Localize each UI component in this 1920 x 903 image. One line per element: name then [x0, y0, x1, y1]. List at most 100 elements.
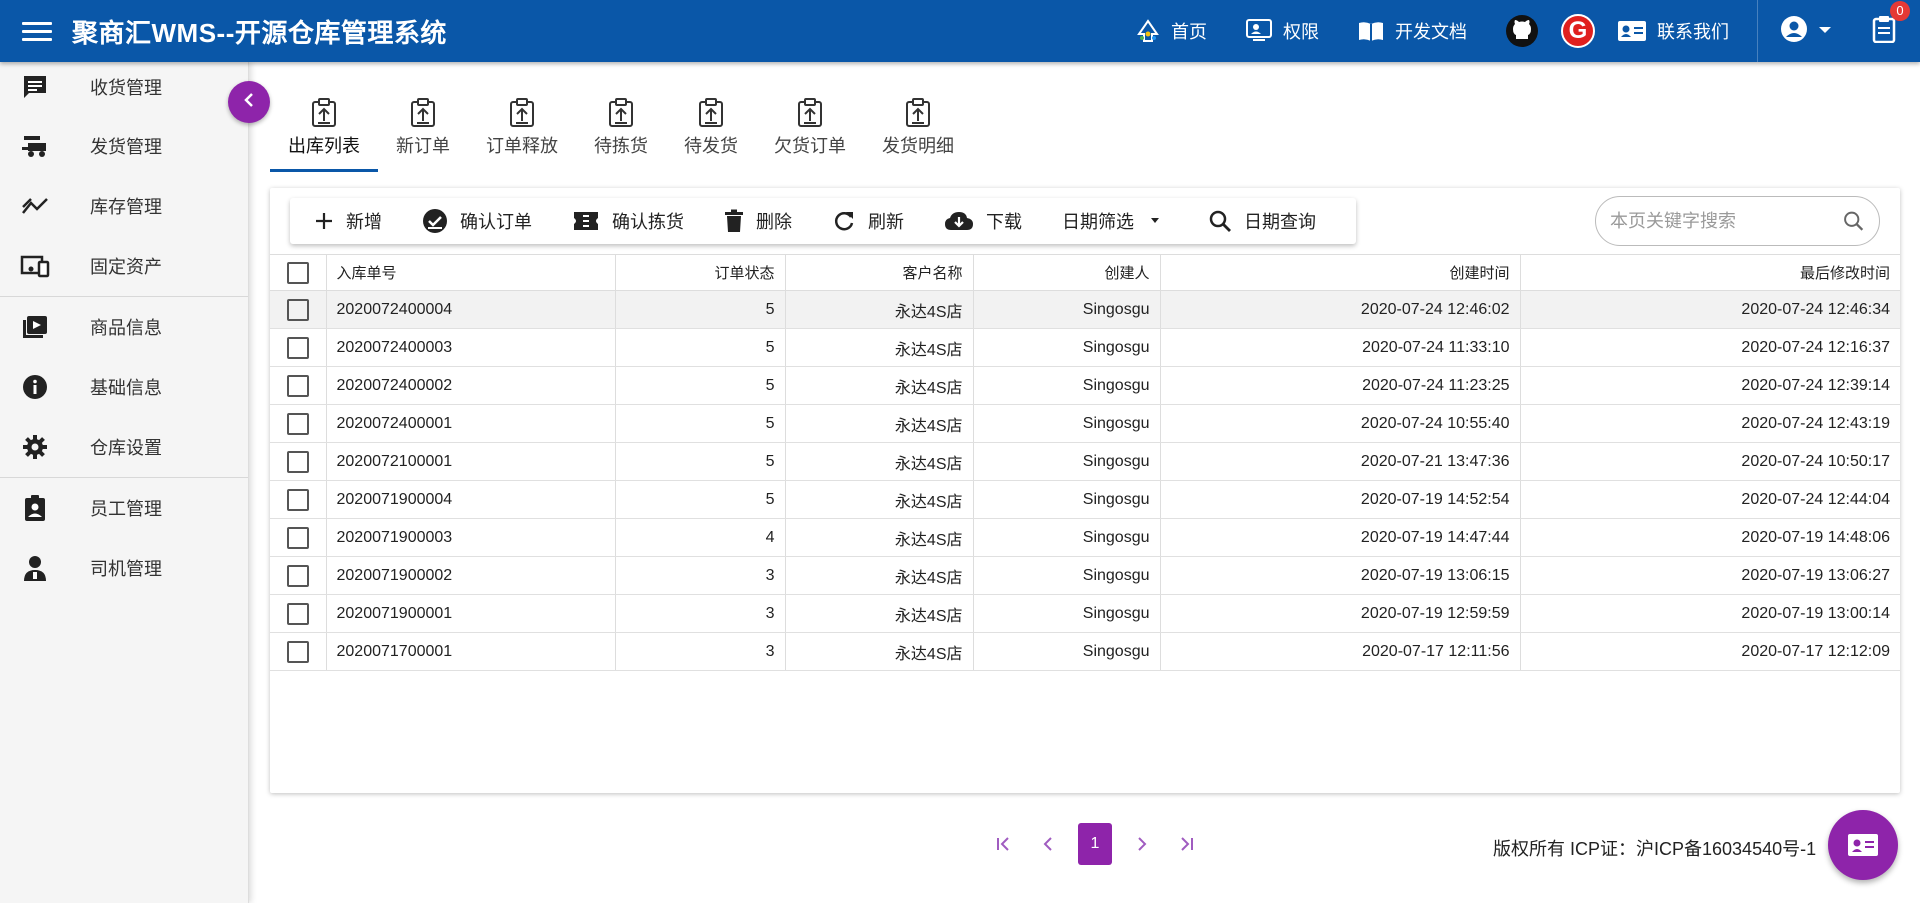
- sidebar-item-goods[interactable]: 商品信息: [0, 297, 248, 357]
- row-checkbox[interactable]: [286, 488, 309, 511]
- cell-created-time: 2020-07-24 11:23:25: [1160, 366, 1521, 405]
- sidebar-item-drivers[interactable]: 司机管理: [0, 538, 248, 598]
- staff-badge-icon: [0, 494, 70, 522]
- sidebar-item-stock[interactable]: 库存管理: [0, 176, 248, 236]
- table-row[interactable]: 2020071900001 3 永达4S店 Singosgu 2020-07-1…: [270, 594, 1900, 633]
- column-header-created-time[interactable]: 创建时间: [1160, 254, 1521, 291]
- row-checkbox[interactable]: [286, 564, 309, 587]
- table-row[interactable]: 2020072400001 5 永达4S店 Singosgu 2020-07-2…: [270, 404, 1900, 443]
- delete-button[interactable]: 删除: [700, 198, 808, 244]
- keyword-search-input[interactable]: [1610, 210, 1842, 232]
- select-all-checkbox[interactable]: [286, 261, 309, 284]
- cell-status: 3: [615, 632, 786, 671]
- table-row[interactable]: 2020071900002 3 永达4S店 Singosgu 2020-07-1…: [270, 556, 1900, 595]
- tab-outbound-list[interactable]: 出库列表: [270, 90, 378, 174]
- sidebar-label-staff: 员工管理: [90, 499, 162, 519]
- confirm-pick-label: 确认拣货: [612, 212, 684, 232]
- keyword-search: [1595, 196, 1880, 246]
- add-button[interactable]: 新增: [290, 198, 398, 244]
- menu-icon[interactable]: [22, 21, 52, 41]
- sidebar-item-assets[interactable]: 固定资产: [0, 236, 248, 296]
- row-checkbox[interactable]: [286, 640, 309, 663]
- sidebar-item-staff[interactable]: 员工管理: [0, 478, 248, 538]
- next-page-button[interactable]: [1128, 824, 1156, 864]
- tab-shipping-details[interactable]: 发货明细: [864, 90, 972, 174]
- collapse-sidebar-button[interactable]: [228, 81, 270, 123]
- cell-customer: 永达4S店: [785, 442, 974, 481]
- cell-modified-time: 2020-07-24 10:50:17: [1520, 442, 1900, 481]
- column-header-modified-time[interactable]: 最后修改时间: [1520, 254, 1900, 291]
- table-header-row: 入库单号 订单状态 客户名称 创建人 创建时间 最后修改时间: [270, 254, 1900, 291]
- download-button[interactable]: 下载: [920, 198, 1038, 244]
- confirm-order-button[interactable]: 确认订单: [398, 198, 548, 244]
- nav-home[interactable]: 首页: [1135, 18, 1207, 44]
- trash-icon: [725, 209, 743, 232]
- page-button-current[interactable]: 1: [1078, 823, 1112, 865]
- row-checkbox[interactable]: [286, 526, 309, 549]
- search-icon[interactable]: [1842, 208, 1865, 234]
- cell-status: 5: [615, 480, 786, 519]
- table-row[interactable]: 2020071700001 3 永达4S店 Singosgu 2020-07-1…: [270, 632, 1900, 671]
- cell-customer: 永达4S店: [785, 556, 974, 595]
- cell-customer: 永达4S店: [785, 480, 974, 519]
- table-row[interactable]: 2020072400004 5 永达4S店 Singosgu 2020-07-2…: [270, 290, 1900, 329]
- tab-pending-ship[interactable]: 待发货: [666, 90, 756, 174]
- refresh-button[interactable]: 刷新: [808, 198, 920, 244]
- column-header-order-no[interactable]: 入库单号: [326, 254, 616, 291]
- book-icon: [1357, 19, 1385, 43]
- cell-modified-time: 2020-07-24 12:44:04: [1520, 480, 1900, 519]
- cell-order-no: 2020071700001: [326, 632, 616, 671]
- nav-permissions[interactable]: 权限: [1245, 18, 1319, 44]
- nav-contact[interactable]: 联系我们: [1617, 18, 1729, 44]
- sidebar: 收货管理 发货管理 库存管理 固定资产 商品信息 基础信息 仓库设置 员工管理 …: [0, 62, 249, 903]
- cell-customer: 永达4S店: [785, 404, 974, 443]
- column-header-status[interactable]: 订单状态: [615, 254, 786, 291]
- row-checkbox[interactable]: [286, 298, 309, 321]
- tab-order-release[interactable]: 订单释放: [468, 90, 576, 174]
- nav-permissions-label: 权限: [1283, 22, 1319, 42]
- cell-order-no: 2020072400001: [326, 404, 616, 443]
- cell-customer: 永达4S店: [785, 518, 974, 557]
- sidebar-label-stock: 库存管理: [90, 197, 162, 217]
- column-header-customer[interactable]: 客户名称: [785, 254, 974, 291]
- admin-panel-icon: [1245, 18, 1273, 44]
- tab-backorders-label: 欠货订单: [774, 136, 846, 156]
- gitee-icon[interactable]: G: [1561, 14, 1595, 48]
- table-row[interactable]: 2020071900003 4 永达4S店 Singosgu 2020-07-1…: [270, 518, 1900, 557]
- confirm-pick-button[interactable]: 确认拣货: [548, 198, 700, 244]
- tab-pending-pick[interactable]: 待拣货: [576, 90, 666, 174]
- sidebar-label-goods: 商品信息: [90, 318, 162, 338]
- column-header-creator[interactable]: 创建人: [973, 254, 1161, 291]
- sidebar-item-shipping[interactable]: 发货管理: [0, 116, 248, 176]
- date-filter-dropdown[interactable]: 日期筛选: [1038, 198, 1184, 244]
- cell-order-no: 2020072400004: [326, 290, 616, 329]
- row-checkbox[interactable]: [286, 450, 309, 473]
- nav-docs[interactable]: 开发文档: [1357, 18, 1467, 44]
- sidebar-item-basic-info[interactable]: 基础信息: [0, 357, 248, 417]
- tab-new-orders[interactable]: 新订单: [378, 90, 468, 174]
- contact-fab-button[interactable]: [1828, 810, 1898, 880]
- nav-docs-label: 开发文档: [1395, 22, 1467, 42]
- notifications-button[interactable]: 0: [1872, 0, 1910, 48]
- user-menu[interactable]: [1780, 15, 1832, 48]
- sidebar-item-warehouse-settings[interactable]: 仓库设置: [0, 417, 248, 477]
- row-checkbox[interactable]: [286, 602, 309, 625]
- cell-modified-time: 2020-07-19 13:06:27: [1520, 556, 1900, 595]
- table-row[interactable]: 2020072100001 5 永达4S店 Singosgu 2020-07-2…: [270, 442, 1900, 481]
- prev-page-button[interactable]: [1034, 824, 1062, 864]
- table-row[interactable]: 2020072400003 5 永达4S店 Singosgu 2020-07-2…: [270, 328, 1900, 367]
- row-checkbox[interactable]: [286, 412, 309, 435]
- download-button-label: 下载: [986, 212, 1022, 232]
- row-checkbox[interactable]: [286, 336, 309, 359]
- table-row[interactable]: 2020071900004 5 永达4S店 Singosgu 2020-07-1…: [270, 480, 1900, 519]
- table-row[interactable]: 2020072400002 5 永达4S店 Singosgu 2020-07-2…: [270, 366, 1900, 405]
- tab-backorders[interactable]: 欠货订单: [756, 90, 864, 174]
- last-page-button[interactable]: [1172, 824, 1200, 864]
- github-icon[interactable]: [1505, 14, 1539, 48]
- first-page-button[interactable]: [990, 824, 1018, 864]
- sidebar-item-receiving[interactable]: 收货管理: [0, 58, 248, 116]
- row-checkbox[interactable]: [286, 374, 309, 397]
- cell-status: 5: [615, 290, 786, 329]
- cell-customer: 永达4S店: [785, 366, 974, 405]
- date-query-button[interactable]: 日期查询: [1184, 198, 1332, 244]
